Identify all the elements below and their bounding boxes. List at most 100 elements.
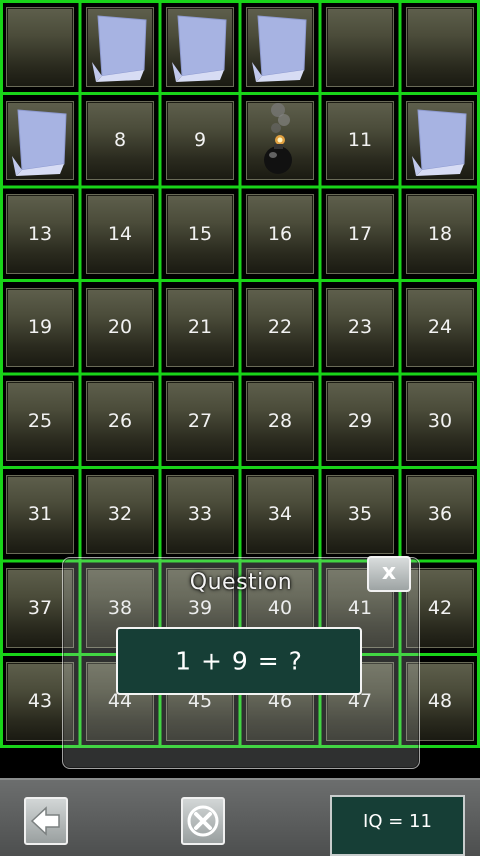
tile: 16 xyxy=(246,194,314,274)
tile-number: 15 xyxy=(187,222,213,245)
board-cell[interactable]: 15 xyxy=(160,187,240,281)
question-box: 1 + 9 = ? xyxy=(116,627,362,695)
board-cell[interactable]: 23 xyxy=(320,281,400,375)
board-cell[interactable]: 25 xyxy=(0,374,80,468)
board-cell[interactable]: 22 xyxy=(240,281,320,375)
cube-icon xyxy=(12,108,67,176)
tile-number: 11 xyxy=(347,129,373,152)
tile-number: 21 xyxy=(187,316,213,339)
tile: 18 xyxy=(406,194,474,274)
tile-number: 32 xyxy=(107,503,133,526)
board-cell[interactable]: 24 xyxy=(400,281,480,375)
cancel-button[interactable] xyxy=(181,797,225,845)
board-cell[interactable] xyxy=(400,94,480,188)
tile: 36 xyxy=(406,474,474,554)
tile: 17 xyxy=(326,194,394,274)
board-cell[interactable]: 14 xyxy=(80,187,160,281)
tile-number: 14 xyxy=(107,222,133,245)
iq-score-text: IQ = 11 xyxy=(363,811,432,832)
board-cell[interactable] xyxy=(240,94,320,188)
board-cell[interactable] xyxy=(400,0,480,94)
tile xyxy=(406,7,474,87)
back-button[interactable] xyxy=(24,797,68,845)
tile: 26 xyxy=(86,381,154,461)
board-cell[interactable]: 31 xyxy=(0,468,80,562)
tile: 25 xyxy=(6,381,74,461)
close-dialog-button[interactable]: x xyxy=(367,556,411,592)
board-cell[interactable]: 36 xyxy=(400,468,480,562)
cube-icon xyxy=(172,15,227,82)
tile: 9 xyxy=(166,100,234,180)
board-cell[interactable]: 30 xyxy=(400,374,480,468)
tile: 14 xyxy=(86,194,154,274)
tile-number: 29 xyxy=(347,409,373,432)
tile-number: 30 xyxy=(427,409,453,432)
tile-number: 18 xyxy=(427,222,453,245)
tile-number: 16 xyxy=(267,222,293,245)
tile-number: 13 xyxy=(27,222,53,245)
tile: 35 xyxy=(326,474,394,554)
board-cell[interactable]: 21 xyxy=(160,281,240,375)
tile: 22 xyxy=(246,287,314,367)
tile: 28 xyxy=(246,381,314,461)
board-cell[interactable]: 32 xyxy=(80,468,160,562)
tile: 13 xyxy=(6,194,74,274)
board-cell[interactable]: 11 xyxy=(320,94,400,188)
tile-number: 22 xyxy=(267,316,293,339)
tile: 29 xyxy=(326,381,394,461)
tile-number: 19 xyxy=(27,316,53,339)
board-cell[interactable]: 29 xyxy=(320,374,400,468)
cube-icon xyxy=(412,108,467,176)
board-cell[interactable] xyxy=(0,0,80,94)
board-cell[interactable]: 35 xyxy=(320,468,400,562)
tile xyxy=(326,7,394,87)
tile: 19 xyxy=(6,287,74,367)
dialog-title: Question xyxy=(189,570,293,595)
tile-number: 20 xyxy=(107,316,133,339)
tile: 8 xyxy=(86,100,154,180)
tile: 27 xyxy=(166,381,234,461)
back-arrow-icon xyxy=(30,806,60,836)
close-icon: x xyxy=(381,560,397,585)
board-cell[interactable]: 33 xyxy=(160,468,240,562)
tile-number: 24 xyxy=(427,316,453,339)
tile: 23 xyxy=(326,287,394,367)
iq-score-box: IQ = 11 xyxy=(330,795,465,856)
tile-number: 8 xyxy=(113,129,127,152)
tile-number: 23 xyxy=(347,316,373,339)
tile: 32 xyxy=(86,474,154,554)
board-cell[interactable]: 18 xyxy=(400,187,480,281)
tile: 31 xyxy=(6,474,74,554)
tile: 21 xyxy=(166,287,234,367)
question-text: 1 + 9 = ? xyxy=(175,646,303,676)
board-cell[interactable] xyxy=(160,0,240,94)
board-cell[interactable]: 20 xyxy=(80,281,160,375)
board-cell[interactable]: 28 xyxy=(240,374,320,468)
tile xyxy=(6,7,74,87)
tile: 20 xyxy=(86,287,154,367)
board-cell[interactable]: 9 xyxy=(160,94,240,188)
bomb-icon xyxy=(264,102,292,174)
board-cell[interactable]: 27 xyxy=(160,374,240,468)
board-cell[interactable] xyxy=(240,0,320,94)
board-cell[interactable] xyxy=(80,0,160,94)
tile: 34 xyxy=(246,474,314,554)
board-cell[interactable]: 16 xyxy=(240,187,320,281)
board-cell[interactable]: 13 xyxy=(0,187,80,281)
tile: 11 xyxy=(326,100,394,180)
tile-number: 26 xyxy=(107,409,133,432)
board-cell[interactable] xyxy=(320,0,400,94)
board-cell[interactable]: 34 xyxy=(240,468,320,562)
board-cell[interactable]: 19 xyxy=(0,281,80,375)
board-cell[interactable] xyxy=(0,94,80,188)
tile-number: 27 xyxy=(187,409,213,432)
tile-number: 33 xyxy=(187,503,213,526)
tile: 15 xyxy=(166,194,234,274)
tile: 24 xyxy=(406,287,474,367)
bottom-toolbar: IQ = 11 xyxy=(0,778,480,856)
board-cell[interactable]: 26 xyxy=(80,374,160,468)
tile-number: 28 xyxy=(267,409,293,432)
tile-number: 35 xyxy=(347,503,373,526)
board-cell[interactable]: 8 xyxy=(80,94,160,188)
board-cell[interactable]: 17 xyxy=(320,187,400,281)
